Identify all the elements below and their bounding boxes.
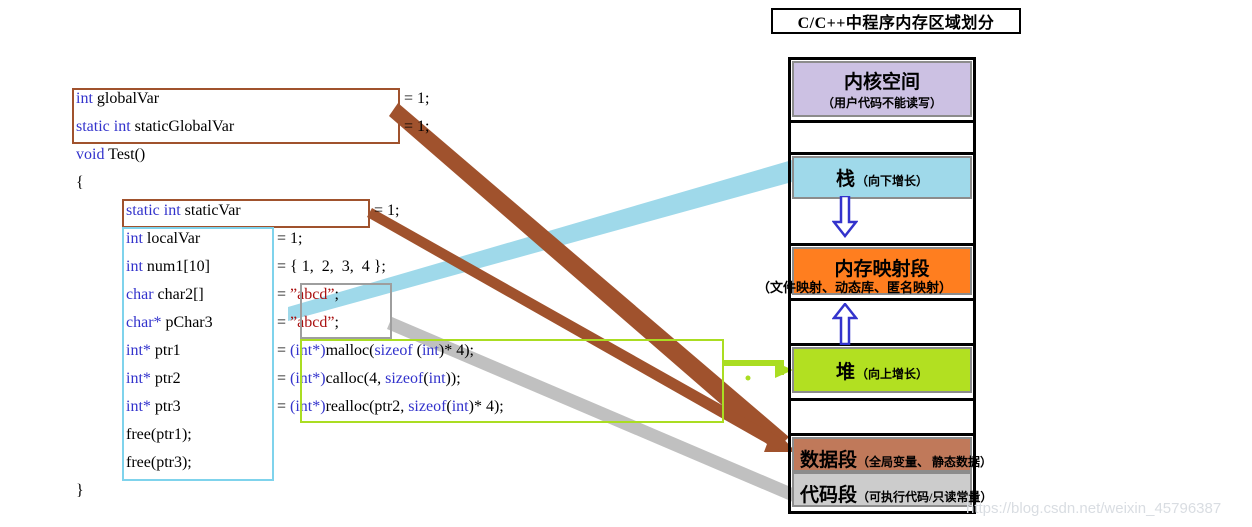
segment-data-text: 数据段（全局变量、 静态数据）: [800, 445, 992, 472]
segment-data-label: 数据段: [800, 450, 858, 471]
code-line-4-rhs: = 1;: [374, 202, 400, 219]
segment-code-text: 代码段（可执行代码/只读常量）: [800, 480, 992, 507]
mem-rule-4: [788, 298, 976, 301]
connector-malloc-to-heap: [724, 360, 793, 381]
mem-rule-top: [788, 57, 976, 60]
segment-code-label: 代码段: [800, 485, 858, 506]
highlight-static-var-declaration: [122, 199, 370, 228]
heap-grow-up-arrow: [832, 303, 858, 345]
mem-rule-3: [788, 243, 976, 246]
code-line-2-lhs: void Test(): [76, 146, 146, 163]
segment-stack: 栈 （向下增长）: [792, 156, 972, 199]
highlight-local-variables: [122, 227, 274, 481]
mem-rule-bottom: [788, 511, 976, 514]
code-line-5-rhs: = 1;: [277, 230, 303, 247]
highlight-heap-allocations: [300, 339, 724, 423]
highlight-global-static-declarations: [72, 88, 400, 144]
highlight-string-literals: [300, 283, 392, 339]
mem-rule-5: [788, 343, 976, 346]
segment-kernel-space: 内核空间 （用户代码不能读写）: [792, 61, 972, 117]
page-title: C/C++中程序内存区域划分: [771, 8, 1021, 34]
code-line-0-rhs: = 1;: [404, 90, 430, 107]
segment-heap-label: 堆: [835, 361, 855, 383]
segment-heap-note: （向上增长）: [856, 366, 929, 381]
mem-rule-1: [788, 120, 976, 123]
mem-rule-2: [788, 152, 976, 155]
code-line-6-rhs: = { 1, 2, 3, 4 };: [277, 258, 386, 275]
segment-stack-note: （向下增长）: [856, 174, 929, 188]
stack-grow-down-arrow: [832, 196, 858, 238]
code-line-1-rhs: = 1;: [404, 118, 430, 135]
segment-kernel-space-note: （用户代码不能读写）: [821, 96, 942, 110]
mem-rule-7: [788, 433, 976, 436]
memory-layout-diagram: C/C++中程序内存区域划分 int globalVar static int: [0, 0, 1252, 527]
segment-kernel-space-label: 内核空间: [843, 72, 920, 93]
segment-memory-mapping-note: （文件映射、动态库、匿名映射）: [757, 280, 953, 295]
segment-heap: 堆 （向上增长）: [792, 347, 972, 393]
code-line-14-lhs: }: [76, 482, 84, 499]
code-line-3-lhs: {: [76, 174, 84, 191]
segment-data-note: （全局变量、 静态数据）: [857, 455, 993, 469]
watermark: https://blog.csdn.net/weixin_45796387: [966, 500, 1222, 517]
segment-stack-label: 栈: [835, 169, 855, 190]
mem-rule-6: [788, 398, 976, 401]
